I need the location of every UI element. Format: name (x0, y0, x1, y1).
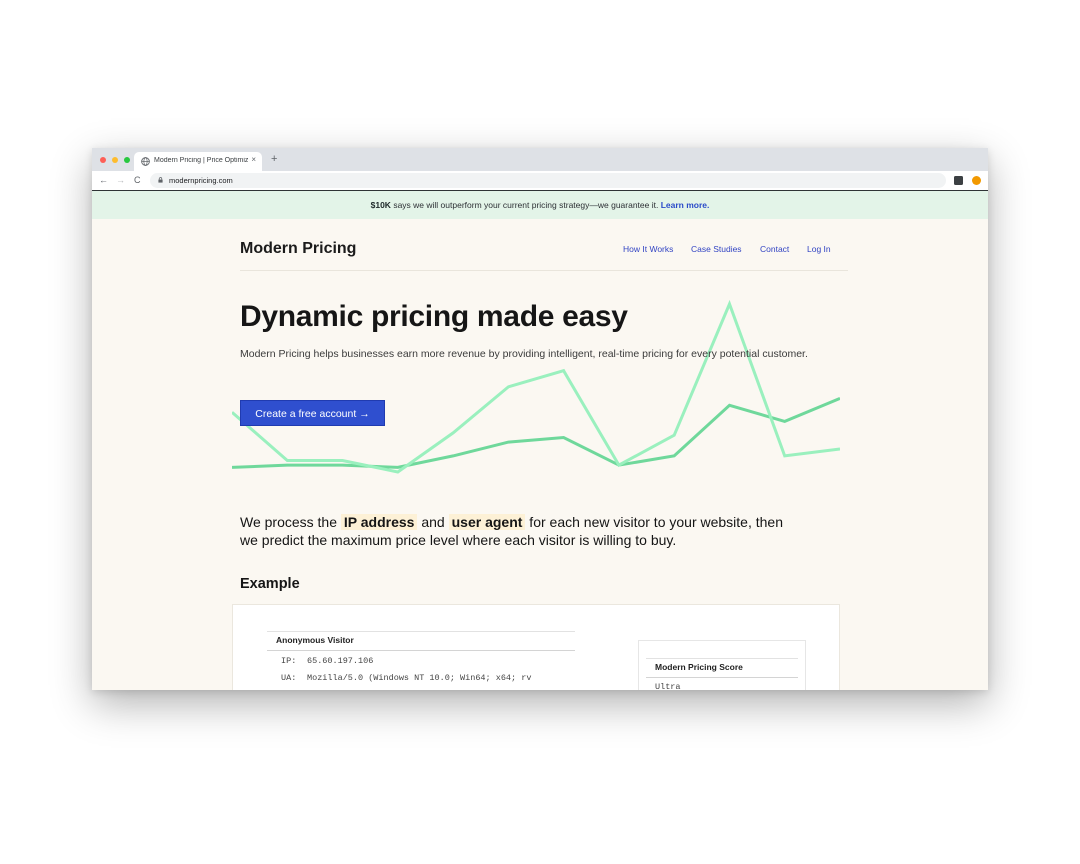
hero-title: Dynamic pricing made easy (240, 300, 628, 333)
address-bar[interactable]: modernpricing.com (150, 173, 946, 188)
process-description: We process the IP address and user agent… (240, 513, 783, 549)
example-heading: Example (240, 576, 300, 592)
brand-logo[interactable]: Modern Pricing (240, 240, 356, 258)
extension-icon[interactable] (954, 176, 963, 185)
divider (267, 650, 575, 651)
new-tab-button[interactable]: + (271, 153, 277, 165)
tab-strip: Modern Pricing | Price Optimiz × + (92, 148, 988, 171)
header-divider (240, 270, 848, 271)
divider (267, 631, 575, 632)
close-window-button[interactable] (100, 157, 106, 163)
close-tab-icon[interactable]: × (251, 155, 256, 164)
maximize-window-button[interactable] (124, 157, 130, 163)
nav-how-it-works[interactable]: How It Works (623, 244, 673, 254)
create-account-button[interactable]: Create a free account → (240, 400, 385, 426)
banner-text: says we will outperform your current pri… (390, 200, 661, 210)
browser-window: Modern Pricing | Price Optimiz × + ← → C… (92, 148, 988, 690)
ua-value: Mozilla/5.0 (Windows NT 10.0; Win64; x64… (307, 673, 532, 683)
score-value: Ultra (655, 682, 681, 690)
visitor-ip-row: IP: 65.60.197.106 (281, 656, 373, 666)
divider (646, 677, 798, 678)
promo-banner: $10K says we will outperform your curren… (92, 191, 988, 219)
process-text: for each new visitor to your website, th… (525, 514, 783, 530)
ip-key: IP: (281, 656, 297, 666)
visitor-title: Anonymous Visitor (276, 635, 354, 645)
learn-more-link[interactable]: Learn more. (661, 200, 710, 210)
process-text: and (417, 514, 449, 530)
hero-subtitle: Modern Pricing helps businesses earn mor… (240, 348, 808, 360)
forward-arrow-icon[interactable]: → (116, 174, 125, 186)
back-arrow-icon[interactable]: ← (99, 174, 108, 186)
banner-amount: $10K (370, 200, 391, 210)
reload-icon[interactable]: C (134, 174, 141, 186)
example-card: Anonymous Visitor IP: 65.60.197.106 UA: Mo… (232, 604, 840, 690)
url-text: modernpricing.com (169, 176, 233, 185)
nav-case-studies[interactable]: Case Studies (691, 244, 742, 254)
nav-log-in[interactable]: Log In (807, 244, 831, 254)
globe-icon (141, 157, 150, 166)
score-panel: Modern Pricing Score Ultra (638, 640, 806, 690)
visitor-ua-row: UA: Mozilla/5.0 (Windows NT 10.0; Win64; … (281, 673, 531, 683)
browser-toolbar: ← → C modernpricing.com (92, 171, 988, 191)
highlight-ip-address: IP address (340, 514, 418, 530)
score-title: Modern Pricing Score (655, 662, 743, 672)
highlight-user-agent: user agent (448, 514, 526, 530)
tab-title: Modern Pricing | Price Optimiz (154, 157, 248, 164)
process-text: We process the (240, 514, 341, 530)
process-text-line2: we predict the maximum price level where… (240, 532, 677, 548)
browser-tab[interactable]: Modern Pricing | Price Optimiz × (134, 152, 262, 171)
profile-icon[interactable] (972, 176, 981, 185)
ua-key: UA: (281, 673, 297, 683)
divider (646, 658, 798, 659)
nav-contact[interactable]: Contact (760, 244, 789, 254)
minimize-window-button[interactable] (112, 157, 118, 163)
lock-icon (158, 177, 163, 183)
ip-value: 65.60.197.106 (307, 656, 374, 666)
